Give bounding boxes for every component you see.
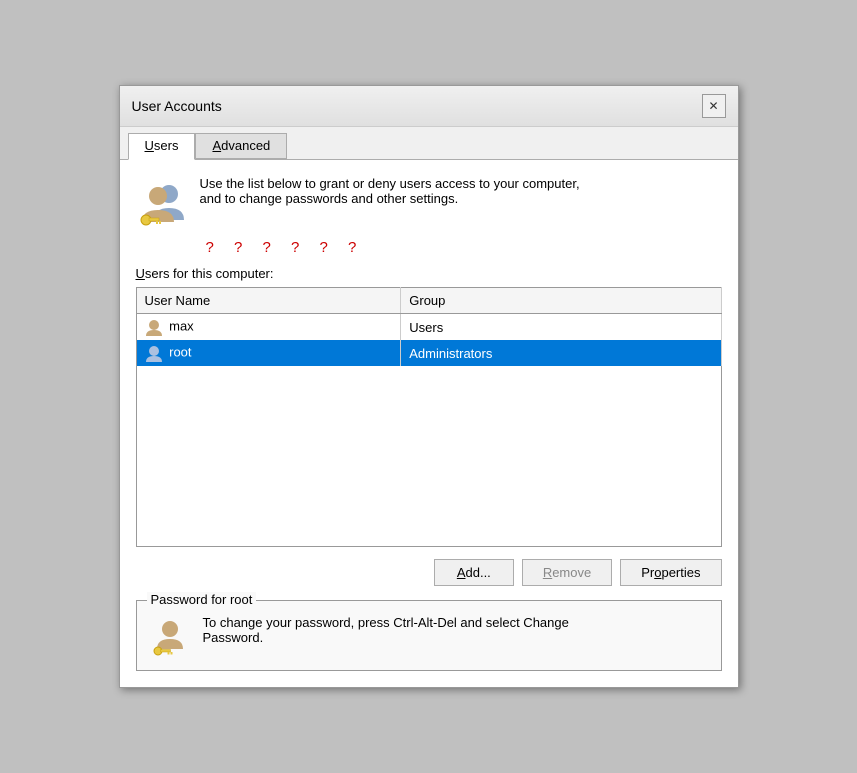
table-row[interactable]: root Administrators [136,340,721,366]
user-icon-root [145,344,163,362]
tab-users[interactable]: Users [128,133,196,160]
main-content: Use the list below to grant or deny user… [120,160,738,687]
tab-users-label: Users [145,138,179,153]
password-text: To change your password, press Ctrl-Alt-… [203,615,569,645]
users-section-label: Users for this computer: [136,266,722,281]
table-filler-row [136,366,721,546]
close-button[interactable]: ✕ [702,94,726,118]
password-icon [149,615,191,660]
user-accounts-window: User Accounts ✕ Users Advanced [119,85,739,688]
cell-username-root: root [136,340,401,366]
cell-group-max: Users [401,314,721,341]
password-line2: Password. [203,630,264,645]
info-line2: and to change passwords and other settin… [200,191,580,206]
table-header: User Name Group [136,288,721,314]
label-underline-u: U [136,266,145,281]
table-body: max Users root Administrators [136,314,721,547]
tab-advanced-label: Advanced [212,138,270,153]
info-text: Use the list below to grant or deny user… [200,176,580,206]
remove-button-label: Remove [543,565,591,580]
buttons-row: Add... Remove Properties [136,559,722,586]
question-marks: ? ? ? ? ? ? [136,239,722,256]
password-line1: To change your password, press Ctrl-Alt-… [203,615,569,630]
add-button-label: Add... [457,565,491,580]
window-title: User Accounts [132,98,222,114]
password-section: Password for root To change your passwor… [136,600,722,671]
cell-group-root: Administrators [401,340,721,366]
col-username: User Name [136,288,401,314]
users-table: User Name Group max Users [136,287,722,547]
users-icon [136,176,188,231]
info-line1: Use the list below to grant or deny user… [200,176,580,191]
info-section: Use the list below to grant or deny user… [136,176,722,231]
title-bar: User Accounts ✕ [120,86,738,127]
add-button[interactable]: Add... [434,559,514,586]
tab-bar: Users Advanced [120,127,738,160]
password-content: To change your password, press Ctrl-Alt-… [149,615,709,660]
col-group: Group [401,288,721,314]
properties-button-label: Properties [641,565,700,580]
user-icon-max [145,318,163,336]
remove-button[interactable]: Remove [522,559,612,586]
tab-advanced[interactable]: Advanced [195,133,287,159]
table-row[interactable]: max Users [136,314,721,341]
password-section-title: Password for root [147,592,257,607]
cell-username-max: max [136,314,401,341]
properties-button[interactable]: Properties [620,559,721,586]
